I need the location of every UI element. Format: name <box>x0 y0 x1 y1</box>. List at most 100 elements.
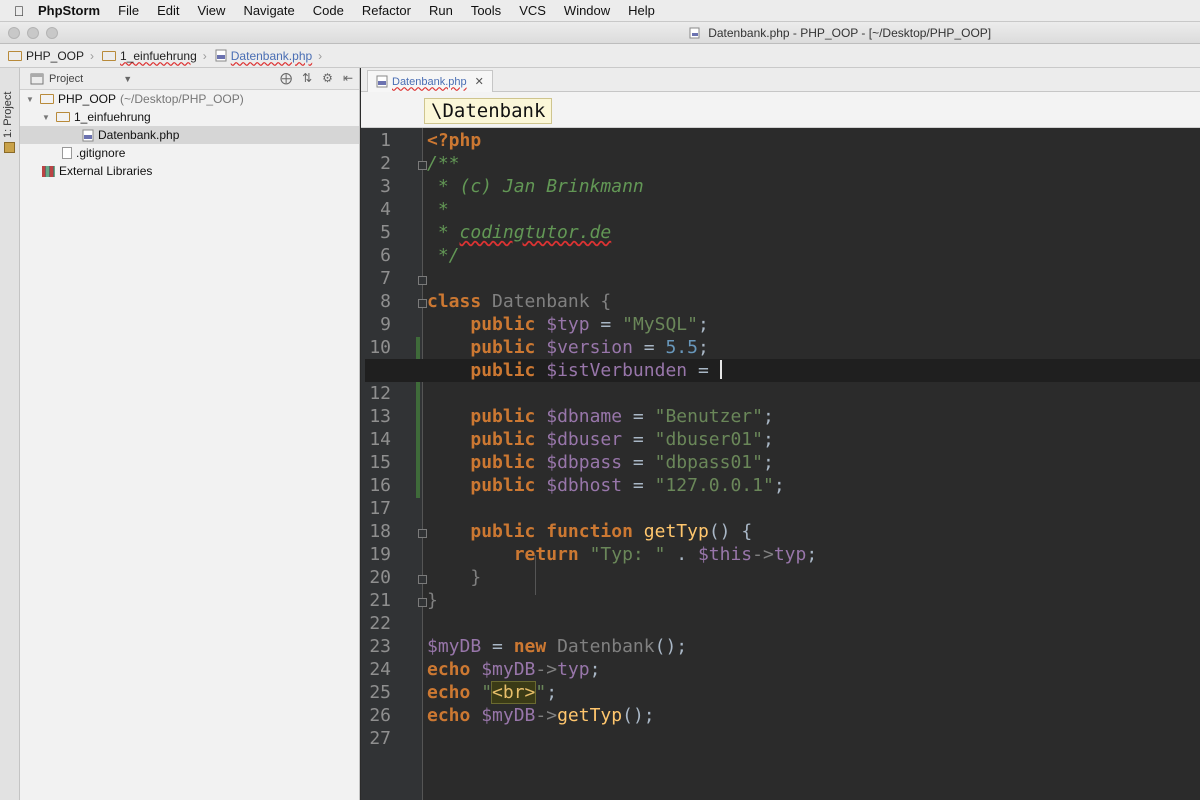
breadcrumb-project[interactable]: PHP_OOP › <box>8 49 94 63</box>
menu-window[interactable]: Window <box>564 3 610 18</box>
menu-run[interactable]: Run <box>429 3 453 18</box>
line-number[interactable]: 3 <box>361 175 391 198</box>
namespace-path[interactable]: \Datenbank <box>424 98 553 124</box>
code-line-5: * codingtutor.de <box>427 222 612 243</box>
line-number[interactable]: 26 <box>361 704 391 727</box>
scroll-from-source-icon[interactable]: ⨁ <box>280 71 292 85</box>
line-number[interactable]: 7 <box>361 267 391 290</box>
phpstorm-window:  PhpStorm File Edit View Navigate Code … <box>0 0 1200 800</box>
code-area[interactable]: <?php /** * (c) Jan Brinkmann * * coding… <box>365 128 1200 800</box>
breadcrumb-folder[interactable]: 1_einfuehrung › <box>102 49 207 63</box>
menu-vcs[interactable]: VCS <box>519 3 546 18</box>
line-number[interactable]: 24 <box>361 658 391 681</box>
gear-icon[interactable]: ⚙ <box>322 71 333 85</box>
line-number[interactable]: 6 <box>361 244 391 267</box>
line-number[interactable]: 19 <box>361 543 391 566</box>
code-line-9: public $typ = "MySQL"; <box>470 314 709 335</box>
line-number[interactable]: 1 <box>361 129 391 152</box>
menu-tools[interactable]: Tools <box>471 3 501 18</box>
editor-tab-bar: Datenbank.php ✕ <box>361 68 1200 92</box>
tree-item-external-libraries[interactable]: External Libraries <box>20 162 359 180</box>
line-number[interactable]: 25 <box>361 681 391 704</box>
code-line-26: echo $myDB->getTyp(); <box>427 705 655 726</box>
code-line-15: public $dbpass = "dbpass01"; <box>470 452 774 473</box>
line-number[interactable]: 2 <box>361 152 391 175</box>
code-line-18: public function getTyp() { <box>470 521 753 542</box>
menu-view[interactable]: View <box>197 3 225 18</box>
hide-panel-icon[interactable]: ⇤ <box>343 71 353 85</box>
code-line-6: */ <box>427 245 460 266</box>
line-number[interactable]: 23 <box>361 635 391 658</box>
project-icon <box>30 73 44 84</box>
chevron-right-icon: › <box>202 48 207 63</box>
line-number[interactable]: 10 <box>361 336 391 359</box>
menu-bar:  PhpStorm File Edit View Navigate Code … <box>0 0 1200 22</box>
text-file-icon <box>62 147 72 159</box>
line-number[interactable]: 27 <box>361 727 391 750</box>
app-menu[interactable]: PhpStorm <box>38 3 100 18</box>
php-file-icon <box>82 129 94 141</box>
window-title: Datenbank.php - PHP_OOP - [~/Desktop/PHP… <box>0 26 1200 40</box>
code-line-20: } <box>470 567 482 588</box>
line-number[interactable]: 17 <box>361 497 391 520</box>
expand-arrow-icon[interactable]: ▼ <box>42 113 52 122</box>
line-number[interactable]: 4 <box>361 198 391 221</box>
project-tree: ▼ PHP_OOP (~/Desktop/PHP_OOP) ▼ 1_einfue… <box>20 90 359 180</box>
line-number[interactable]: 15 <box>361 451 391 474</box>
code-line-13: public $dbname = "Benutzer"; <box>470 406 774 427</box>
code-line-16: public $dbhost = "127.0.0.1"; <box>470 475 785 496</box>
project-panel-header: Project ▼ ⨁ ⇅ ⚙ ⇤ <box>20 68 359 90</box>
line-number-gutter[interactable]: 1234567891011121314151617181920212223242… <box>361 128 427 800</box>
code-line-25: echo "<br>"; <box>427 681 558 704</box>
php-file-icon <box>376 75 388 88</box>
expand-arrow-icon[interactable]: ▼ <box>26 95 36 104</box>
line-number[interactable]: 5 <box>361 221 391 244</box>
tree-item-einfuehrung[interactable]: ▼ 1_einfuehrung <box>20 108 359 126</box>
title-bar: Datenbank.php - PHP_OOP - [~/Desktop/PHP… <box>0 22 1200 44</box>
code-line-11: public $istVerbunden = <box>365 359 1200 382</box>
text-caret <box>719 360 722 379</box>
menu-refactor[interactable]: Refactor <box>362 3 411 18</box>
menu-file[interactable]: File <box>118 3 139 18</box>
tab-datenbank-php[interactable]: Datenbank.php ✕ <box>367 70 493 92</box>
menu-navigate[interactable]: Navigate <box>243 3 294 18</box>
menu-help[interactable]: Help <box>628 3 655 18</box>
code-line-3: * (c) Jan Brinkmann <box>427 176 644 197</box>
project-view-selector[interactable]: Project ▼ <box>30 73 132 85</box>
menu-code[interactable]: Code <box>313 3 344 18</box>
code-editor[interactable]: \Datenbank 12345678910111213141516171819… <box>361 92 1200 800</box>
chevron-right-icon: › <box>318 48 323 63</box>
code-line-4: * <box>427 199 449 220</box>
close-icon[interactable]: ✕ <box>475 75 484 88</box>
window-title-text: Datenbank.php - PHP_OOP - [~/Desktop/PHP… <box>708 26 992 40</box>
line-number[interactable]: 12 <box>361 382 391 405</box>
line-number[interactable]: 22 <box>361 612 391 635</box>
line-number[interactable]: 8 <box>361 290 391 313</box>
project-panel-tools: ⨁ ⇅ ⚙ ⇤ <box>280 71 353 85</box>
tree-item-gitignore[interactable]: .gitignore <box>20 144 359 162</box>
tool-window-strip: 1: Project <box>0 68 20 800</box>
folder-icon <box>56 112 70 122</box>
breadcrumb-file[interactable]: Datenbank.php › <box>215 49 322 63</box>
line-number[interactable]: 16 <box>361 474 391 497</box>
line-number[interactable]: 13 <box>361 405 391 428</box>
code-line-10: public $version = 5.5; <box>470 337 709 358</box>
apple-icon[interactable]:  <box>0 3 38 19</box>
line-number[interactable]: 21 <box>361 589 391 612</box>
line-number[interactable]: 20 <box>361 566 391 589</box>
code-line-1: <?php <box>427 130 482 151</box>
code-line-2: /** <box>427 153 460 174</box>
code-line-8: class Datenbank { <box>427 291 612 312</box>
line-number[interactable]: 9 <box>361 313 391 336</box>
tree-item-datenbank-php[interactable]: Datenbank.php <box>20 126 359 144</box>
structure-icon[interactable] <box>4 142 15 153</box>
line-number[interactable]: 18 <box>361 520 391 543</box>
tree-item-php-oop[interactable]: ▼ PHP_OOP (~/Desktop/PHP_OOP) <box>20 90 359 108</box>
folder-icon <box>102 50 117 61</box>
project-tool-tab[interactable]: 1: Project <box>2 78 14 138</box>
menu-edit[interactable]: Edit <box>157 3 179 18</box>
chevron-down-icon: ▼ <box>123 73 133 84</box>
code-line-24: echo $myDB->typ; <box>427 659 601 680</box>
collapse-all-icon[interactable]: ⇅ <box>302 71 312 85</box>
line-number[interactable]: 14 <box>361 428 391 451</box>
